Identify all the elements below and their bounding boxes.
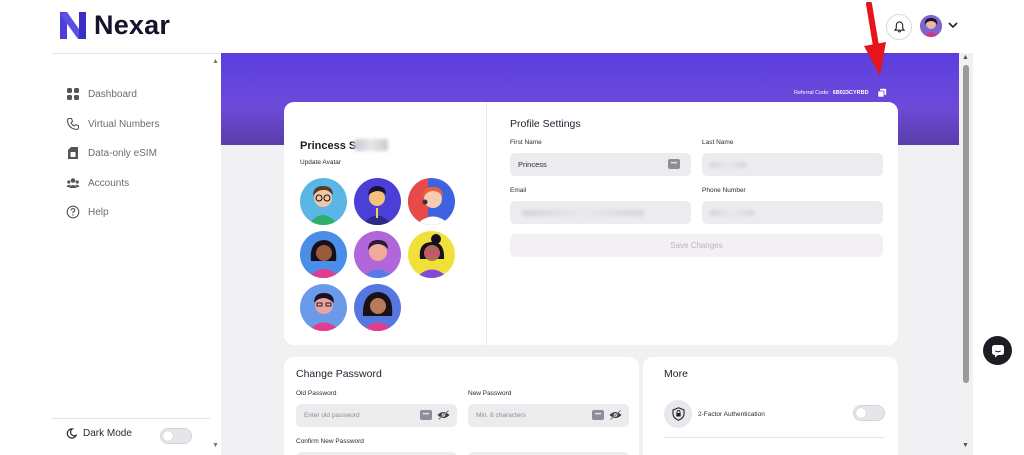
change-password-card: Change Password Old Password Enter old p… [284,357,639,455]
avatar-option[interactable] [354,178,401,225]
first-name-value: Princess [518,160,547,169]
sidebar-item-label: Virtual Numbers [88,118,160,130]
avatar-option[interactable] [300,231,347,278]
two-factor-label: 2-Factor Authentication [698,410,765,418]
new-password-label: New Password [468,390,512,397]
change-password-title: Change Password [296,368,382,380]
avatar-option[interactable] [354,284,401,331]
referral-code: Referral Code: 6B023CYRBD [794,90,869,96]
shield-lock-icon [664,400,692,428]
eye-off-icon[interactable] [609,410,622,420]
new-password-field[interactable]: Min. 8 characters ••• [468,404,629,427]
first-name-label: First Name [510,139,542,146]
phone-number-label: Phone Number [702,187,746,194]
autofill-icon[interactable]: ••• [420,410,432,420]
sidebar-item-label: Data-only eSIM [88,147,157,159]
referral-code-value: 6B023CYRBD [832,90,869,96]
sidebar-item-accounts[interactable]: Accounts [66,176,129,190]
redacted-value [522,210,644,216]
users-icon [66,178,80,188]
chat-icon [991,344,1004,357]
dark-mode-toggle[interactable] [160,428,192,444]
sidebar-item-label: Dashboard [88,88,137,100]
profile-card: Princess S Update Avatar Profile Setting… [284,102,898,345]
more-card: More 2-Factor Authentication [643,357,898,455]
help-icon [66,205,80,219]
chevron-down-icon[interactable] [947,19,959,31]
avatar-illustration [920,15,942,37]
save-changes-button[interactable]: Save Changes [510,234,883,257]
dark-mode-row: Dark Mode [66,428,132,439]
sidebar-item-label: Accounts [88,177,130,189]
avatar-option[interactable] [408,178,455,225]
confirm-password-label: Confirm New Password [296,438,364,445]
avatar-option[interactable] [408,231,455,278]
redacted-value [710,210,754,216]
moon-icon [66,428,77,439]
email-label: Email [510,187,527,194]
avatar-option[interactable] [354,231,401,278]
profile-settings-title: Profile Settings [510,118,581,130]
more-title: More [664,368,688,380]
scroll-down-icon[interactable]: ▼ [962,442,969,449]
grid-icon [67,88,79,100]
brand-logo[interactable]: Nexar [58,10,170,41]
sidebar-item-dashboard[interactable]: Dashboard [66,87,137,101]
phone-icon [66,117,80,131]
update-avatar-label: Update Avatar [300,159,342,166]
phone-number-field[interactable] [702,201,883,224]
redacted-surname [354,139,388,151]
autofill-icon[interactable]: ••• [592,410,604,420]
chat-launcher-button[interactable] [983,336,1012,365]
profile-name: Princess S [300,140,357,152]
old-password-placeholder: Enter old password [304,412,360,419]
sidebar-scroll-up-icon[interactable]: ▲ [212,58,219,65]
sidebar-item-help[interactable]: Help [66,205,109,219]
two-factor-toggle[interactable] [853,405,885,421]
last-name-label: Last Name [702,139,734,146]
brand-name: Nexar [94,10,171,40]
scroll-thumb[interactable] [963,65,969,383]
copy-icon[interactable] [877,88,887,98]
first-name-field[interactable]: Princess ••• [510,153,691,176]
bell-icon [893,21,905,33]
old-password-field[interactable]: Enter old password ••• [296,404,457,427]
user-avatar[interactable] [920,15,942,37]
scroll-up-icon[interactable]: ▲ [962,54,969,61]
sidebar-item-label: Help [88,206,109,218]
old-password-label: Old Password [296,390,337,397]
sim-icon [68,147,78,159]
avatar-option[interactable] [300,284,347,331]
two-factor-row: 2-Factor Authentication [664,400,765,428]
more-divider [664,437,885,438]
card-divider [486,102,487,345]
sidebar: ▲ Dashboard Virtual Numbers Data-only eS… [52,53,220,455]
sidebar-scroll-down-icon[interactable]: ▼ [212,442,219,449]
new-password-placeholder: Min. 8 characters [476,412,526,419]
main-content: Referral Code: 6B023CYRBD Princess S Upd… [221,53,959,455]
redacted-value [710,162,746,168]
nexar-logo-icon [60,12,86,39]
sidebar-divider [52,418,210,419]
avatar-option[interactable] [300,178,347,225]
last-name-field[interactable] [702,153,883,176]
sidebar-item-data-only-esim[interactable]: Data-only eSIM [66,146,157,160]
referral-label: Referral Code: [794,90,830,96]
eye-off-icon[interactable] [437,410,450,420]
dark-mode-label: Dark Mode [83,428,132,439]
sidebar-item-virtual-numbers[interactable]: Virtual Numbers [66,117,160,131]
annotation-arrow-icon [864,2,886,76]
autofill-icon[interactable]: ••• [668,159,680,169]
email-field[interactable] [510,201,691,224]
page-scrollbar[interactable]: ▲ ▼ [959,53,973,455]
